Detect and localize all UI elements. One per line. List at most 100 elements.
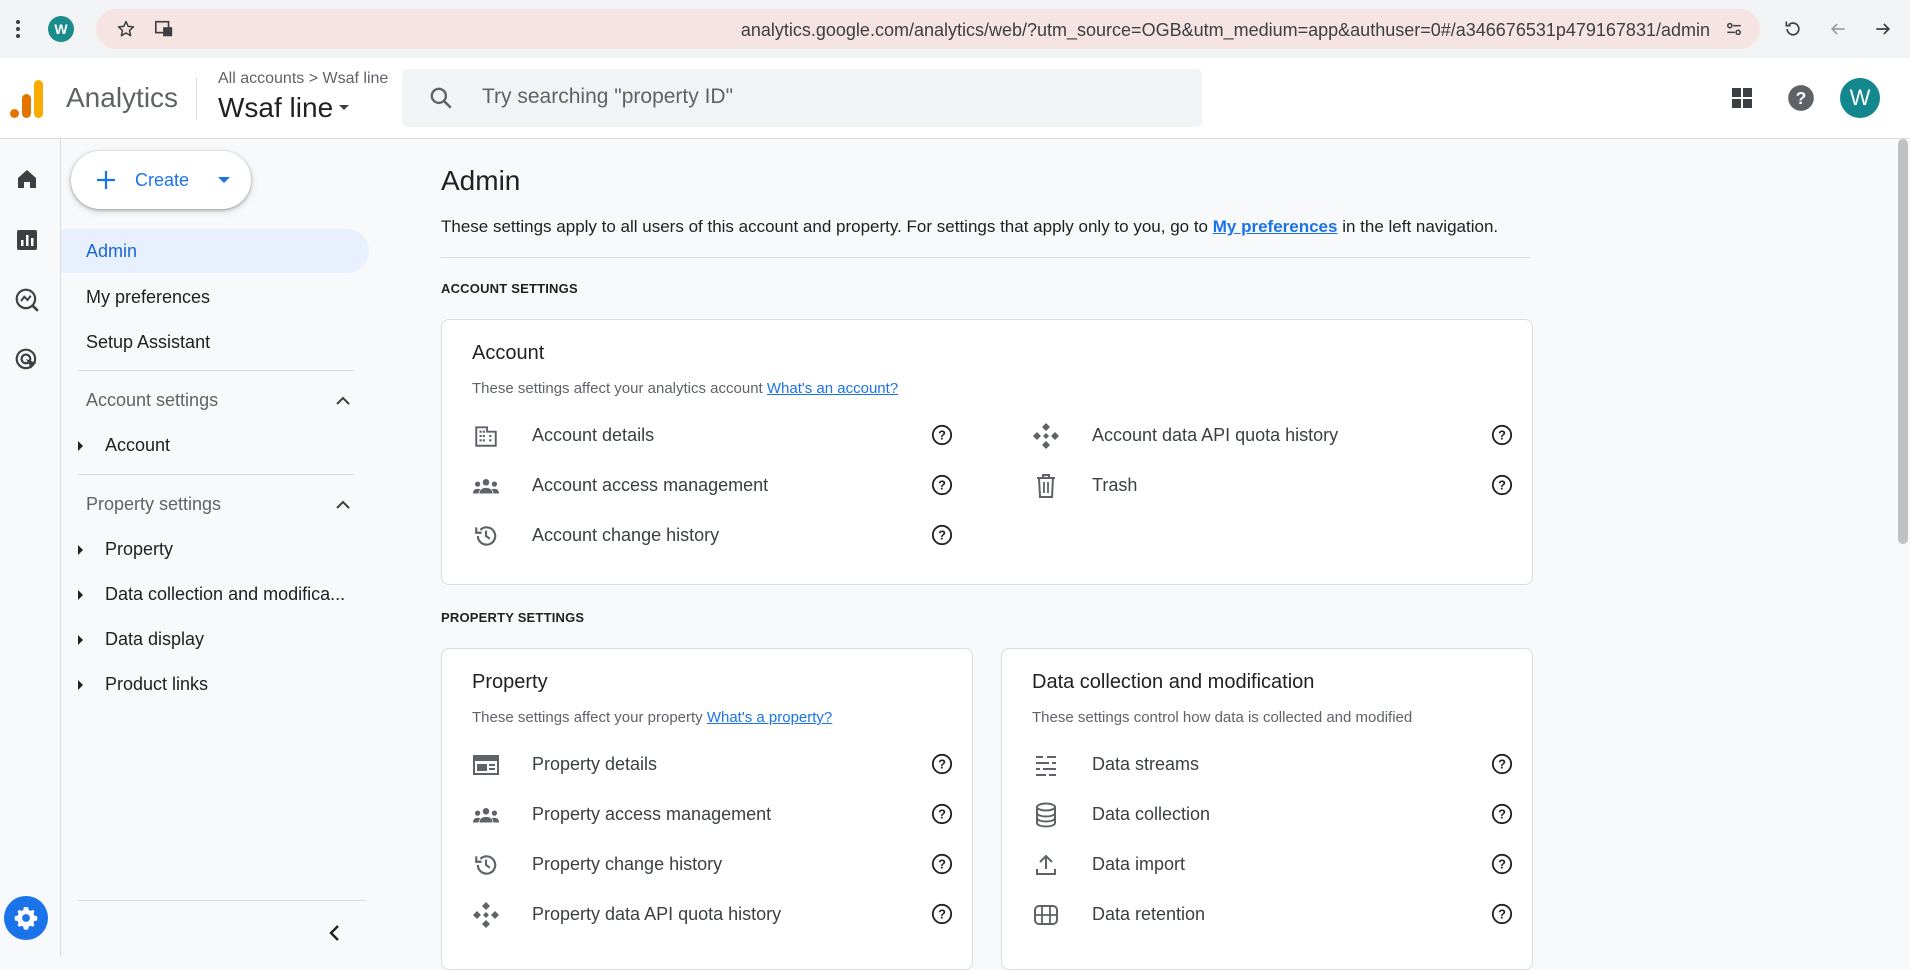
account-data-api-quota-history-label: Account data API quota history	[1092, 425, 1339, 445]
help-circle-icon[interactable]: ?	[931, 424, 953, 446]
advertising-icon[interactable]	[12, 345, 42, 375]
data-collection-card-description: These settings control how data is colle…	[1032, 709, 1413, 726]
help-circle-icon[interactable]: ?	[931, 753, 953, 775]
left-rail	[0, 139, 61, 957]
address-bar[interactable]: analytics.google.com/analytics/web/?utm_…	[96, 9, 1760, 49]
nav-item-account[interactable]: Account	[78, 435, 170, 456]
breadcrumb-all-accounts[interactable]: All accounts	[218, 70, 304, 87]
property-card-description-text: These settings affect your property	[472, 709, 707, 726]
trash-label: Trash	[1092, 475, 1138, 495]
help-circle-icon[interactable]: ?	[931, 524, 953, 546]
account-settings-heading: ACCOUNT SETTINGS	[441, 281, 578, 296]
upload-icon	[1032, 851, 1060, 879]
chevron-up-icon[interactable]	[333, 495, 353, 515]
breadcrumb[interactable]: All accounts > Wsaf line	[218, 70, 388, 88]
reload-icon[interactable]	[1779, 15, 1807, 43]
account-access-management-label: Account access management	[532, 475, 769, 495]
nav-item-my-preferences[interactable]: My preferences	[86, 287, 210, 308]
help-circle-icon[interactable]: ?	[1491, 903, 1513, 925]
search-box[interactable]: Try searching "property ID"	[402, 69, 1202, 127]
collapse-nav-icon[interactable]	[325, 923, 345, 943]
my-preferences-link[interactable]: My preferences	[1213, 217, 1338, 236]
data-retention-row[interactable]: Data retention ?	[1032, 899, 1513, 929]
bookmark-star-icon[interactable]	[112, 15, 140, 43]
data-import-label: Data import	[1092, 854, 1186, 874]
nav-item-setup-assistant[interactable]: Setup Assistant	[86, 332, 210, 353]
site-settings-icon[interactable]	[1720, 15, 1748, 43]
help-circle-icon[interactable]: ?	[1491, 424, 1513, 446]
breadcrumb-separator: >	[308, 70, 319, 87]
trash-row[interactable]: Trash ?	[1032, 470, 1513, 500]
app-name[interactable]: Analytics	[66, 82, 178, 114]
help-circle-icon[interactable]: ?	[931, 903, 953, 925]
analytics-logo-icon[interactable]	[10, 80, 44, 118]
property-data-api-quota-history-label: Property data API quota history	[532, 904, 782, 924]
create-label: Create	[135, 169, 190, 190]
svg-text:?: ?	[1796, 88, 1807, 108]
account-details-row[interactable]: Account details ?	[472, 420, 953, 450]
account-avatar[interactable]: W	[1840, 78, 1880, 118]
help-circle-icon[interactable]: ?	[1491, 474, 1513, 496]
account-change-history-label: Account change history	[532, 525, 720, 545]
forward-arrow-icon[interactable]	[1869, 15, 1897, 43]
explore-icon[interactable]	[12, 285, 42, 315]
data-streams-label: Data streams	[1092, 754, 1200, 774]
nav-item-admin[interactable]: Admin	[61, 229, 369, 273]
whats-a-property-link[interactable]: What's a property?	[707, 709, 832, 726]
svg-text:?: ?	[938, 807, 946, 822]
create-button[interactable]: Create	[71, 151, 251, 209]
account-data-api-quota-history-row[interactable]: Account data API quota history ?	[1032, 420, 1513, 450]
account-card: Account These settings affect your analy…	[441, 319, 1533, 585]
header-divider	[196, 78, 197, 120]
nav-section-account-settings[interactable]: Account settings	[86, 390, 218, 411]
page-scrollbar[interactable]	[1898, 139, 1908, 544]
svg-text:?: ?	[1498, 478, 1506, 493]
back-arrow-icon[interactable]	[1824, 15, 1852, 43]
browser-toolbar: W analytics.google.com/analytics/web/?ut…	[0, 0, 1910, 59]
account-change-history-row[interactable]: Account change history ?	[472, 520, 953, 550]
expand-arrow-icon	[78, 589, 83, 600]
browser-menu-icon[interactable]	[4, 15, 32, 43]
help-circle-icon[interactable]: ?	[1491, 853, 1513, 875]
data-streams-row[interactable]: Data streams ?	[1032, 749, 1513, 779]
trash-icon	[1032, 472, 1060, 500]
data-collection-row[interactable]: Data collection ?	[1032, 799, 1513, 829]
help-circle-icon[interactable]: ?	[1491, 803, 1513, 825]
property-details-row[interactable]: Property details ?	[472, 749, 953, 779]
property-card: Property These settings affect your prop…	[441, 648, 973, 970]
svg-text:?: ?	[938, 907, 946, 922]
building-icon	[472, 422, 500, 450]
admin-gear-icon[interactable]	[4, 896, 48, 940]
data-import-row[interactable]: Data import ?	[1032, 849, 1513, 879]
nav-item-data-display[interactable]: Data display	[78, 629, 204, 650]
property-selector[interactable]: Wsaf line	[218, 92, 351, 124]
url-text[interactable]: analytics.google.com/analytics/web/?utm_…	[741, 20, 1710, 41]
nav-section-property-settings[interactable]: Property settings	[86, 494, 221, 515]
help-circle-icon[interactable]: ?	[931, 474, 953, 496]
help-circle-icon[interactable]: ?	[931, 853, 953, 875]
nav-item-product-links[interactable]: Product links	[78, 674, 208, 695]
help-icon[interactable]: ?	[1781, 78, 1821, 118]
whats-an-account-link[interactable]: What's an account?	[767, 380, 898, 397]
admin-nav: Create Admin My preferences Setup Assist…	[61, 139, 381, 957]
reports-icon[interactable]	[12, 225, 42, 255]
help-circle-icon[interactable]: ?	[931, 803, 953, 825]
nav-item-property[interactable]: Property	[78, 539, 173, 560]
apps-grid-icon[interactable]	[1722, 78, 1762, 118]
search-input[interactable]: Try searching "property ID"	[482, 85, 733, 109]
cast-icon[interactable]	[150, 15, 178, 43]
breadcrumb-account[interactable]: Wsaf line	[323, 70, 389, 87]
property-change-history-row[interactable]: Property change history ?	[472, 849, 953, 879]
nav-item-data-collection[interactable]: Data collection and modifica...	[78, 584, 345, 605]
help-circle-icon[interactable]: ?	[1491, 753, 1513, 775]
page-title: Admin	[441, 165, 521, 196]
tab-favicon[interactable]: W	[48, 16, 74, 42]
expand-arrow-icon	[78, 634, 83, 645]
home-icon[interactable]	[12, 164, 42, 194]
property-details-label: Property details	[532, 754, 658, 774]
chevron-up-icon[interactable]	[333, 391, 353, 411]
account-access-management-row[interactable]: Account access management ?	[472, 470, 953, 500]
property-access-management-row[interactable]: Property access management ?	[472, 799, 953, 829]
property-data-api-quota-history-row[interactable]: Property data API quota history ?	[472, 899, 953, 929]
plus-icon	[97, 171, 115, 189]
